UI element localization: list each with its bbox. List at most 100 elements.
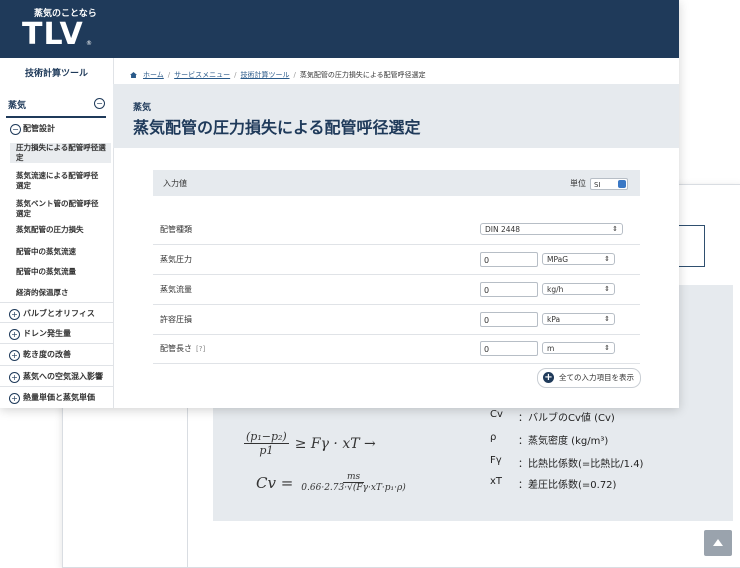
symbol-description: ：比熱比係数(=比熱比/1.4) xyxy=(518,459,644,470)
formula-inequality: (p₁−p₂) p1 ≥ Fγ · xT → xyxy=(244,430,376,457)
sidebar-section-label: 蒸気 xyxy=(8,101,27,111)
fraction-denominator: 0.66·2.73·√(Fγ·xT·p₁·ρ) xyxy=(301,483,406,493)
home-icon xyxy=(130,72,137,78)
symbol-label: Cv xyxy=(490,409,503,420)
fraction-numerator: ms xyxy=(342,472,365,483)
expand-icon: + xyxy=(9,309,20,320)
symbol-label: Fγ xyxy=(490,455,502,466)
pipe-type-select[interactable]: DIN 2448 ⇕ xyxy=(480,223,623,235)
formula-lhs: Cv = xyxy=(256,473,294,492)
field-label: 蒸気流量 xyxy=(160,285,192,294)
expand-icon: + xyxy=(9,329,20,340)
sidebar-item-insulation[interactable]: 経済的保温厚さ xyxy=(16,288,104,298)
field-label-text: 配管長さ xyxy=(160,344,192,353)
sidebar-group-piping[interactable]: 配管設計 xyxy=(23,124,55,134)
symbol-description: ：バルブのCv値 (Cv) xyxy=(518,413,615,424)
unit-select[interactable]: SI xyxy=(590,178,628,190)
main-window: 蒸気のことなら TLV ® 技術計算ツール 蒸気 − − 配管設計 圧力損失によ… xyxy=(0,0,679,408)
scroll-to-top-button[interactable] xyxy=(704,530,732,556)
sidebar-item-steam-velocity[interactable]: 配管中の蒸気流速 xyxy=(16,247,104,257)
sidebar-section-steam[interactable]: 蒸気 − xyxy=(6,94,106,118)
field-row-pipe-type: 配管種類 DIN 2448 ⇕ xyxy=(153,214,640,245)
field-label: 蒸気圧力 xyxy=(160,255,192,264)
select-value: kPa xyxy=(547,315,561,324)
sidebar-category-label: 熱量単価と蒸気単価 xyxy=(23,393,95,402)
expand-icon: + xyxy=(9,372,20,383)
sidebar-category-valves[interactable]: + バルブとオリフィス xyxy=(0,302,113,323)
field-label: 配管長さ [?] xyxy=(160,343,205,354)
sidebar-category-label: 蒸気への空気混入影響 xyxy=(23,372,103,381)
field-row-allowable-loss: 許容圧損 0 kPa ⇕ xyxy=(153,304,640,335)
input-header-bar: 入力値 単位 xyxy=(153,170,640,196)
select-arrow-icon xyxy=(618,180,626,188)
help-link[interactable]: [?] xyxy=(196,345,205,353)
page-category: 蒸気 xyxy=(133,103,152,113)
plus-icon: + xyxy=(543,372,554,383)
formula-rhs: ≥ Fγ · xT → xyxy=(294,435,376,452)
page-title: 蒸気配管の圧力損失による配管呼径選定 xyxy=(133,118,421,137)
select-value: DIN 2448 xyxy=(485,225,521,234)
collapse-icon[interactable]: − xyxy=(10,124,21,135)
formula-cv: Cv = ms 0.66·2.73·√(Fγ·xT·p₁·ρ) xyxy=(256,472,406,493)
breadcrumb-tools[interactable]: 技術計算ツール xyxy=(241,70,290,80)
fraction: ms 0.66·2.73·√(Fγ·xT·p₁·ρ) xyxy=(301,472,406,493)
sidebar-item-pressure-loss[interactable]: 蒸気配管の圧力損失 xyxy=(16,225,104,235)
sidebar-category-dryness[interactable]: + 乾き度の改善 xyxy=(0,343,113,364)
fraction-denominator: p1 xyxy=(259,444,274,457)
breadcrumb-services[interactable]: サービスメニュー xyxy=(174,70,230,80)
flow-unit-select[interactable]: kg/h ⇕ xyxy=(542,283,615,295)
steam-flow-input[interactable]: 0 xyxy=(480,282,538,297)
expand-icon: + xyxy=(9,393,20,404)
breadcrumb-separator: / xyxy=(234,71,237,79)
sidebar-item-vent-sizing[interactable]: 蒸気ベント管の配管呼径選定 xyxy=(16,199,104,219)
chevron-updown-icon: ⇕ xyxy=(604,315,610,323)
sidebar-category-label: ドレン発生量 xyxy=(23,329,71,338)
sidebar-category-label: バルブとオリフィス xyxy=(23,309,95,318)
pipe-length-input[interactable]: 0 xyxy=(480,341,538,356)
loss-unit-select[interactable]: kPa ⇕ xyxy=(542,313,615,325)
sidebar-category-cost[interactable]: + 熱量単価と蒸気単価 xyxy=(0,386,113,407)
divider xyxy=(187,395,188,567)
unit-select-value: SI xyxy=(594,181,601,189)
unit-label: 単位 xyxy=(570,179,586,188)
breadcrumb-home[interactable]: ホーム xyxy=(143,70,164,80)
pressure-unit-select[interactable]: MPaG ⇕ xyxy=(542,253,615,265)
collapse-icon[interactable]: − xyxy=(94,98,105,109)
chevron-updown-icon: ⇕ xyxy=(612,225,618,233)
steam-pressure-input[interactable]: 0 xyxy=(480,252,538,267)
allowable-loss-input[interactable]: 0 xyxy=(480,312,538,327)
breadcrumb-separator: / xyxy=(167,71,171,79)
breadcrumb: ホーム / サービスメニュー / 技術計算ツール / 蒸気配管の圧力損失による配… xyxy=(130,70,426,80)
sidebar-title[interactable]: 技術計算ツール xyxy=(0,66,113,79)
symbol-label: xT xyxy=(490,476,503,487)
symbol-label: ρ xyxy=(490,432,497,443)
expand-icon: + xyxy=(9,350,20,361)
field-row-steam-flow: 蒸気流量 0 kg/h ⇕ xyxy=(153,274,640,305)
sidebar: 技術計算ツール 蒸気 − − 配管設計 圧力損失による配管呼径選定 蒸気流速によ… xyxy=(0,58,114,408)
field-row-pipe-length: 配管長さ [?] 0 m ⇕ xyxy=(153,333,640,364)
show-all-label: 全ての入力項目を表示 xyxy=(559,373,634,382)
registered-mark: ® xyxy=(86,40,92,47)
sidebar-category-label: 乾き度の改善 xyxy=(23,350,71,359)
page-title-box: 蒸気 蒸気配管の圧力損失による配管呼径選定 xyxy=(113,84,679,148)
sidebar-item-velocity-sizing[interactable]: 蒸気流速による配管呼径選定 xyxy=(16,171,104,191)
fraction: (p₁−p₂) p1 xyxy=(244,430,289,457)
fraction-numerator: (p₁−p₂) xyxy=(244,430,289,444)
tlv-logo[interactable]: TLV xyxy=(22,17,84,52)
sidebar-item-steam-flow[interactable]: 配管中の蒸気流量 xyxy=(16,267,104,277)
sidebar-item-pressure-loss-sizing[interactable]: 圧力損失による配管呼径選定 xyxy=(10,143,111,163)
symbol-description: ：蒸気密度 (kg/m³) xyxy=(518,436,609,447)
breadcrumb-current: 蒸気配管の圧力損失による配管呼径選定 xyxy=(299,71,426,79)
field-row-steam-pressure: 蒸気圧力 0 MPaG ⇕ xyxy=(153,244,640,275)
show-all-inputs-button[interactable]: + 全ての入力項目を表示 xyxy=(537,368,641,388)
symbol-description: ：差圧比係数(=0.72) xyxy=(518,480,617,491)
select-value: m xyxy=(547,344,555,353)
length-unit-select[interactable]: m ⇕ xyxy=(542,342,615,354)
field-label: 配管種類 xyxy=(160,225,192,234)
sidebar-category-condensate[interactable]: + ドレン発生量 xyxy=(0,322,113,343)
breadcrumb-separator: / xyxy=(293,71,296,79)
sidebar-category-air[interactable]: + 蒸気への空気混入影響 xyxy=(0,365,113,386)
chevron-updown-icon: ⇕ xyxy=(604,255,610,263)
site-header: 蒸気のことなら TLV ® xyxy=(0,0,679,58)
arrow-up-icon xyxy=(713,539,723,546)
